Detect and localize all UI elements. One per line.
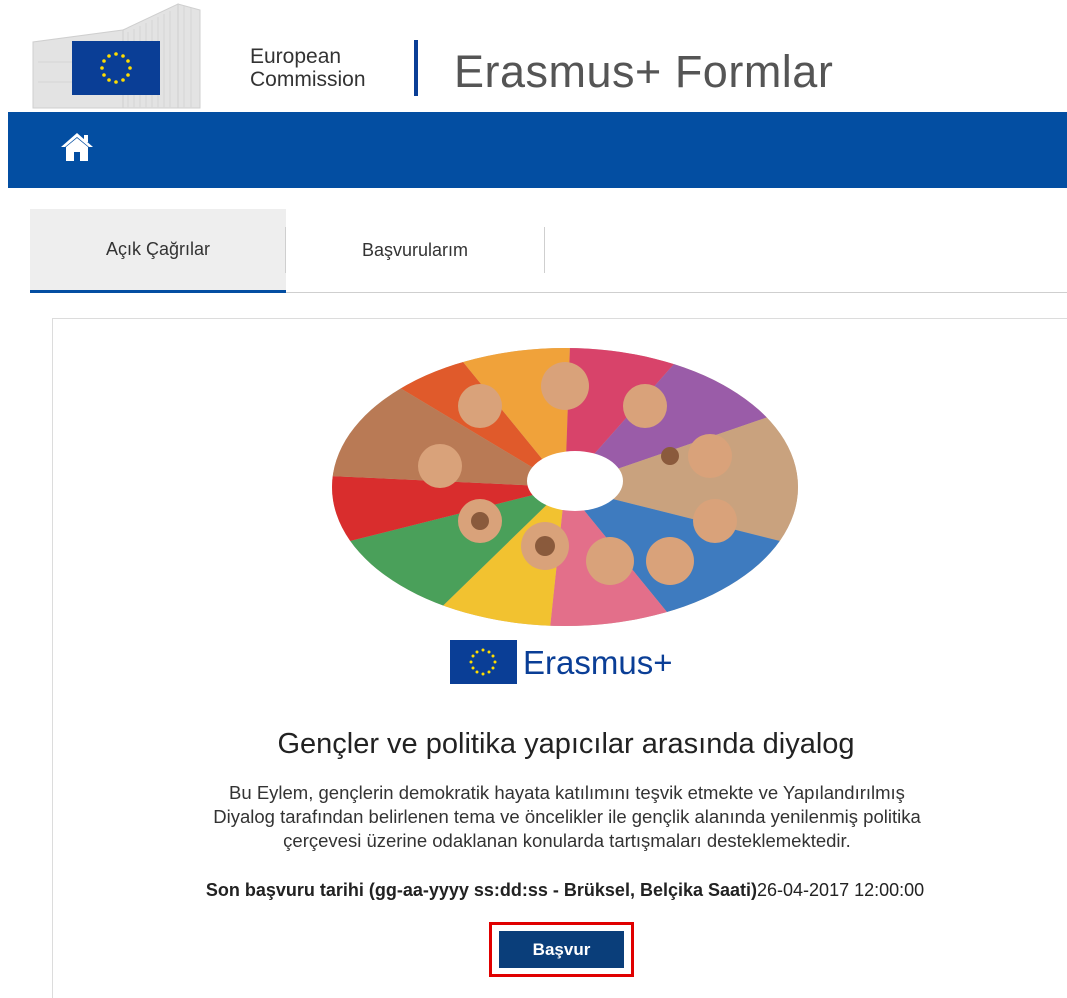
youth-group-photo [332, 348, 798, 626]
apply-button[interactable]: Başvur [499, 931, 624, 968]
tab-my-applications[interactable]: Başvurularım [286, 209, 544, 291]
tab-open-calls[interactable]: Açık Çağrılar [30, 209, 286, 293]
header-divider [414, 40, 418, 96]
tab-separator [285, 227, 286, 273]
tab-bar: Açık Çağrılar Başvurularım [30, 209, 1067, 293]
home-icon[interactable] [60, 132, 94, 162]
organization-name: European Commission [250, 45, 366, 91]
main-navbar [8, 112, 1067, 188]
deadline-label: Son başvuru tarihi (gg-aa-yyyy ss:dd:ss … [205, 880, 758, 900]
description-line: çerçevesi üzerine odaklanan konularda ta… [283, 830, 851, 851]
org-line-1: European [250, 45, 342, 68]
description-line: Diyalog tarafından belirlenen tema ve ön… [213, 806, 921, 827]
eu-flag-icon [72, 41, 160, 95]
call-title: Gençler ve politika yapıcılar arasında d… [277, 728, 855, 760]
deadline-info: Son başvuru tarihi (gg-aa-yyyy ss:dd:ss … [40, 878, 1067, 902]
tab-separator [544, 227, 545, 273]
eu-flag-icon [450, 640, 517, 684]
site-header: European Commission Erasmus+ Formlar [0, 0, 1067, 112]
erasmus-plus-logo: Erasmus+ [450, 637, 690, 687]
tab-label: Başvurularım [361, 239, 469, 260]
description-line: Bu Eylem, gençlerin demokratik hayata ka… [229, 782, 905, 803]
call-description: Bu Eylem, gençlerin demokratik hayata ka… [90, 781, 1044, 853]
app-title: Erasmus+ Formlar [454, 46, 834, 97]
erasmus-logo-text: Erasmus+ [523, 644, 673, 681]
deadline-value: 26-04-2017 12:00:00 [757, 880, 925, 900]
org-line-2: Commission [250, 68, 366, 91]
tab-label: Açık Çağrılar [105, 239, 211, 259]
